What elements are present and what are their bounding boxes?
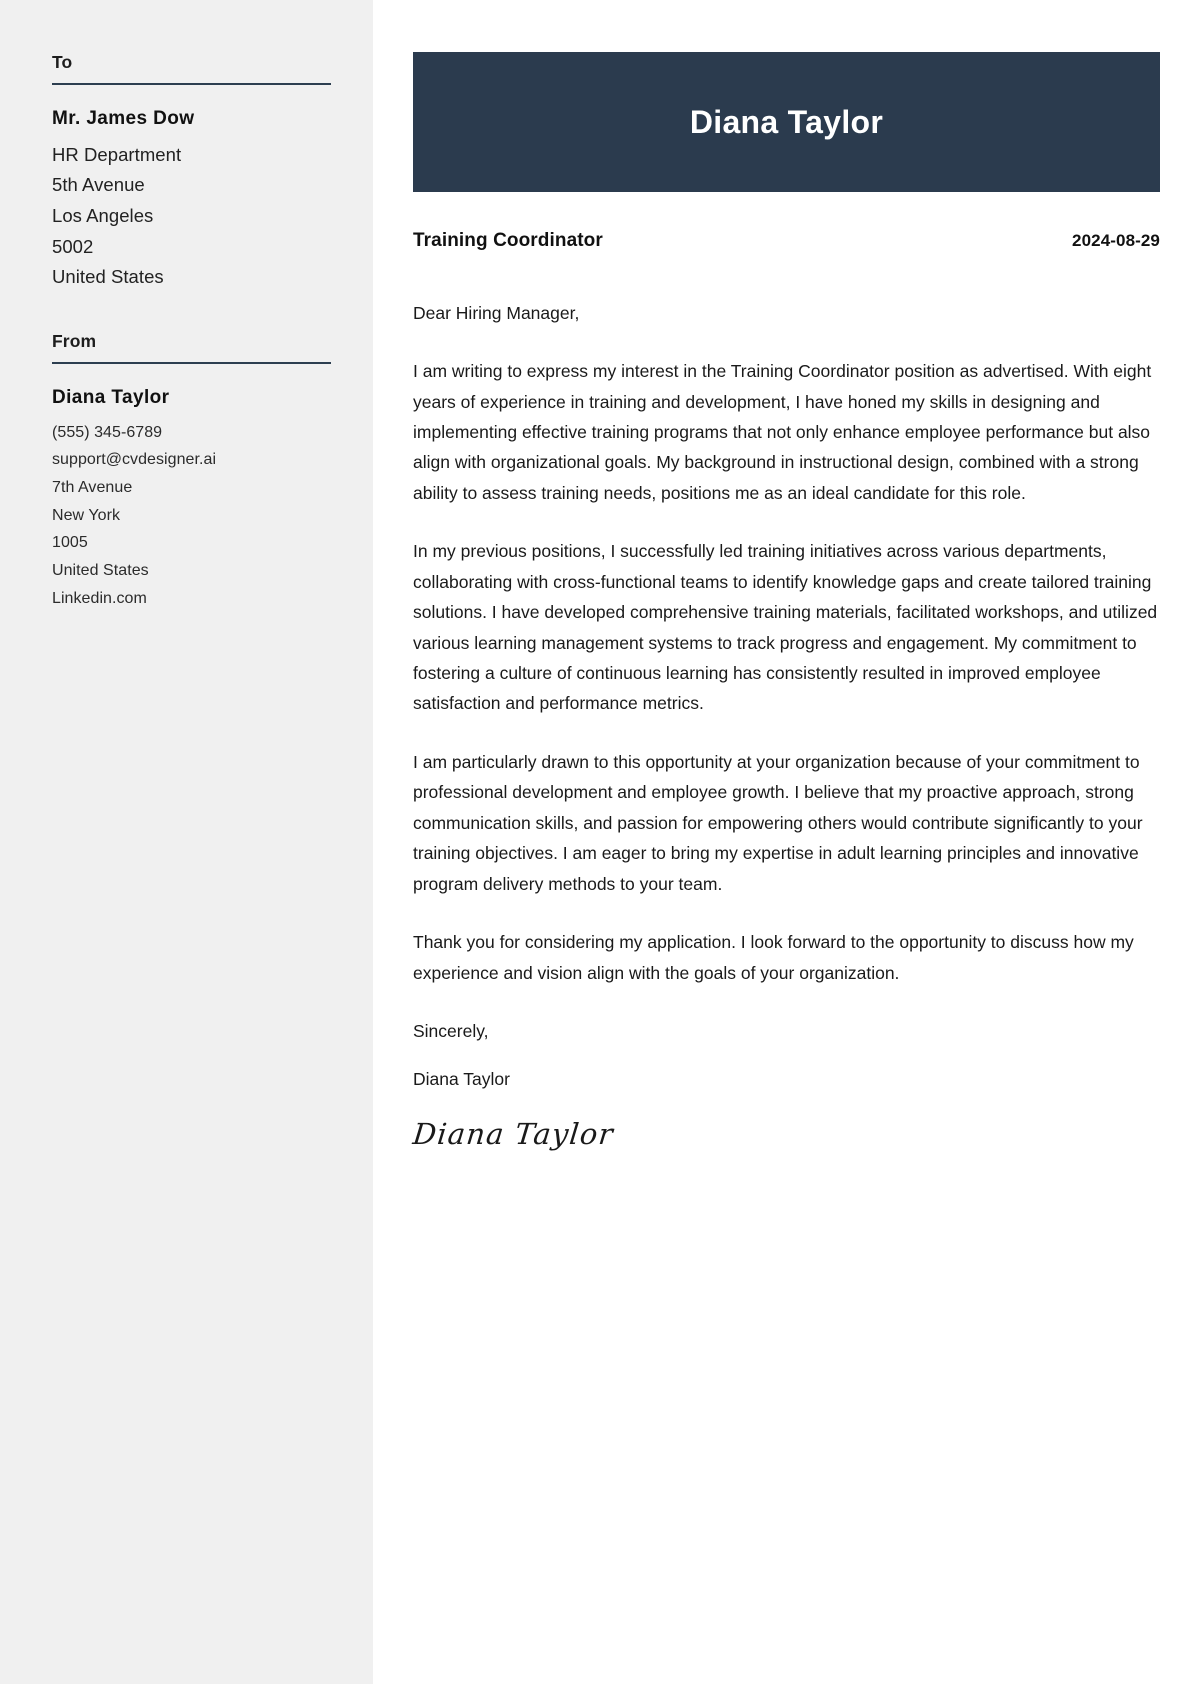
letter-body: Dear Hiring Manager, I am writing to exp… (411, 252, 1160, 1151)
recipient-name: Mr. James Dow (52, 108, 195, 129)
to-heading: To (52, 52, 73, 72)
banner-name-text: Diana Taylor (689, 103, 884, 140)
letter-paragraph: In my previous positions, I successfully… (413, 541, 1158, 714)
sender-block: From Diana Taylor (555) 345-6789 support… (52, 331, 331, 612)
letter-date: 2024-08-29 (1072, 231, 1160, 250)
recipient-line: Los Angeles (52, 204, 154, 226)
signature: Diana Taylor (411, 1116, 616, 1151)
salutation: Dear Hiring Manager, (413, 303, 580, 323)
recipient-line: 5th Avenue (52, 174, 145, 196)
job-title: Training Coordinator (413, 230, 603, 251)
from-divider (52, 362, 331, 365)
sidebar: To Mr. James Dow HR Department 5th Avenu… (0, 0, 373, 1684)
closing-name: Diana Taylor (413, 1069, 510, 1090)
letter-paragraph: I am writing to express my interest in t… (413, 361, 1152, 503)
from-heading: From (52, 331, 97, 352)
sender-city: New York (52, 506, 120, 524)
letter-paragraph: Thank you for considering my application… (413, 932, 1134, 983)
sender-linkedin: Linkedin.com (52, 589, 147, 607)
sender-phone: (555) 345-6789 (52, 423, 163, 441)
sender-email: support@cvdesigner.ai (52, 451, 217, 469)
closing-word: Sincerely, (413, 1020, 489, 1041)
sender-country: United States (52, 561, 149, 579)
recipient-block: To Mr. James Dow HR Department 5th Avenu… (52, 52, 331, 293)
cover-letter-page: To Mr. James Dow HR Department 5th Avenu… (0, 0, 1200, 1684)
recipient-line: United States (52, 266, 164, 288)
recipient-line: HR Department (52, 143, 182, 165)
letter-main: Diana Taylor Training Coordinator 2024-0… (373, 0, 1200, 1684)
letter-paragraph: I am particularly drawn to this opportun… (413, 751, 1143, 894)
sender-street: 7th Avenue (52, 478, 133, 496)
recipient-line: 5002 (52, 235, 94, 257)
to-divider (52, 83, 331, 85)
sender-name: Diana Taylor (52, 387, 170, 409)
name-banner: Diana Taylor (413, 52, 1160, 192)
sender-postal-code: 1005 (52, 534, 88, 552)
letter-meta-row: Training Coordinator 2024-08-29 (413, 230, 1160, 252)
